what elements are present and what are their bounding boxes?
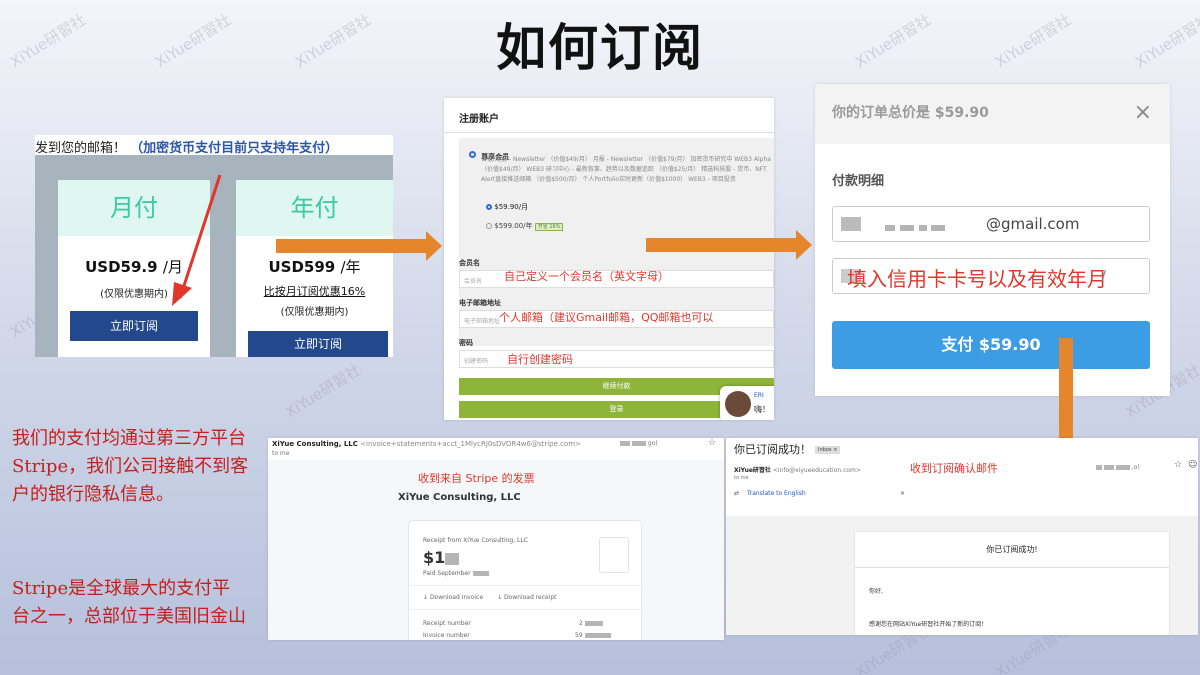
- close-icon[interactable]: ×: [1134, 100, 1152, 125]
- confirm-greeting: 你好,: [869, 588, 883, 595]
- username-hint: 自己定义一个会员名（英文字母）: [504, 270, 669, 283]
- redacted-blur: [885, 218, 946, 236]
- option-year-label: $599.00/年: [494, 222, 533, 230]
- password-label: 密码: [459, 339, 473, 347]
- confirm-body: 感谢您在网站XiYue研習社开始了新的订阅！: [869, 621, 988, 628]
- plan-discount: 比按月订阅优惠16%: [263, 285, 366, 298]
- option-month-label: $59.90/月: [494, 203, 529, 211]
- email-sender: XiYue研習社 <info@xiyueeducation.com>: [734, 467, 861, 474]
- order-total: 你的订单总价是 $59.90: [832, 105, 989, 121]
- payment-panel: 你的订单总价是 $59.90 × 付款明细 @gmail.com 填入信用卡卡号…: [815, 84, 1170, 396]
- chat-text: 嗨！: [754, 405, 770, 414]
- payment-header: 你的订单总价是 $59.90 ×: [815, 84, 1170, 144]
- watermark: XiYue研習社: [282, 360, 365, 422]
- page-title: 如何订阅: [496, 18, 704, 77]
- download-receipt-link[interactable]: ↓ Download receipt: [497, 594, 557, 601]
- confirm-hint: 收到订阅确认邮件: [910, 462, 998, 475]
- plan-price: USD599 /年: [268, 258, 361, 276]
- confirm-email-panel: 你已订阅成功！ Inbox × XiYue研習社 <info@xiyueeduca…: [726, 438, 1198, 635]
- subscribe-button-monthly[interactable]: 立即订阅: [70, 311, 198, 341]
- confirm-card-title: 你已订阅成功!: [986, 545, 1038, 554]
- divider: [855, 567, 1169, 568]
- pricing-top-text: 发到您的邮箱！: [35, 141, 127, 155]
- invoice-email-panel: XiYue Consulting, LLC <invoice+statement…: [268, 438, 724, 640]
- plan-card-yearly: 年付 USD599 /年 比按月订阅优惠16% (仅限优惠期内) 立即订阅: [236, 180, 393, 357]
- save-badge: 节省 16%: [534, 223, 564, 231]
- register-header: 注册账户: [459, 114, 499, 125]
- password-hint: 自行创建密码: [507, 353, 573, 366]
- invoice-company: XiYue Consulting, LLC: [398, 492, 521, 503]
- card-hint: 填入信用卡卡号以及有效年月: [847, 267, 1107, 291]
- radio-unselected-icon[interactable]: [486, 223, 492, 229]
- email-input[interactable]: @gmail.com: [832, 206, 1150, 242]
- option-year[interactable]: $599.00/年 节省 16%: [486, 221, 564, 231]
- receipt-amount: $1: [423, 548, 460, 567]
- email-value: @gmail.com: [986, 215, 1080, 233]
- translate-icon: ⇄: [734, 490, 740, 497]
- arrow-right-icon: [646, 230, 812, 260]
- stripe-note: 我们的支付均通过第三方平台Stripe，我们公司接触不到客户的银行隐私信息。: [12, 428, 249, 505]
- username-label: 会员名: [459, 259, 480, 267]
- subscribe-button-yearly[interactable]: 立即订阅: [248, 331, 388, 357]
- receipt-card: Receipt from XiYue Consulting, LLC $1 Pa…: [408, 520, 642, 640]
- email-sender: XiYue Consulting, LLC <invoice+statement…: [272, 440, 581, 448]
- avatar: [725, 391, 751, 417]
- close-icon[interactable]: ×: [900, 490, 905, 497]
- radio-selected-icon[interactable]: [469, 151, 476, 158]
- divider: [409, 585, 641, 586]
- payment-section-title: 付款明细: [832, 174, 885, 189]
- card-input[interactable]: 填入信用卡卡号以及有效年月 /: [832, 258, 1150, 294]
- pay-button[interactable]: 支付 $59.90: [832, 321, 1150, 369]
- divider: [444, 132, 774, 133]
- red-arrow-icon: [172, 174, 222, 306]
- stripe-info: Stripe是全球最大的支付平台之一，总部位于美国旧金山: [12, 578, 246, 627]
- mail-icon: [841, 217, 861, 231]
- email-recipient[interactable]: to me: [272, 450, 289, 457]
- email-time: ,o): [1096, 464, 1140, 471]
- confirm-card: 你已订阅成功! 你好, 感谢您在网站XiYue研習社开始了新的订阅！: [854, 531, 1170, 635]
- email-recipient[interactable]: to me: [734, 475, 749, 481]
- receipt-number-value: 2: [579, 620, 603, 627]
- receipt-from: Receipt from XiYue Consulting, LLC: [423, 537, 528, 544]
- plan-card-monthly: 月付 USD59.9 /月 (仅限优惠期内) 立即订阅: [58, 174, 222, 357]
- chat-name: ERI: [754, 392, 764, 399]
- star-icon[interactable]: ☆: [708, 438, 716, 448]
- chat-widget[interactable]: ERI 嗨！: [720, 386, 774, 420]
- card-expiry-divider: /: [1101, 267, 1107, 285]
- invoice-hint: 收到来自 Stripe 的发票: [418, 472, 535, 485]
- emoji-icon[interactable]: ☺: [1188, 460, 1197, 470]
- receipt-doc-icon: [599, 537, 629, 573]
- membership-description: 日报/周报 - Newsletter （价值$49/月） 月报 - Newsle…: [481, 156, 771, 183]
- register-panel: 注册账户 尊享会员 日报/周报 - Newsletter （价值$49/月） 月…: [444, 98, 774, 420]
- arrow-right-icon: [276, 231, 442, 261]
- email-subject: 你已订阅成功！ Inbox ×: [734, 441, 841, 457]
- plan-name: 年付: [236, 180, 393, 236]
- translate-bar: ⇄ Translate to English ×: [734, 490, 909, 508]
- email-hint: 个人邮箱（建议Gmail邮箱，QQ邮箱也可以: [499, 311, 714, 324]
- receipt-number-label: Receipt number: [423, 620, 471, 627]
- plan-note: (仅限优惠期内): [280, 307, 349, 318]
- email-time: go): [620, 440, 658, 447]
- pricing-top-bar: 发到您的邮箱！ （加密货币支付目前只支持年支付）: [35, 135, 393, 155]
- invoice-number-value: 59: [575, 632, 611, 639]
- pricing-top-link[interactable]: （加密货币支付目前只支持年支付）: [130, 141, 338, 155]
- receipt-paid-date: Paid September: [423, 570, 489, 577]
- email-label: 电子邮箱地址: [459, 299, 501, 307]
- divider: [409, 609, 641, 610]
- invoice-number-label: Invoice number: [423, 632, 470, 639]
- translate-link[interactable]: Translate to English: [747, 490, 806, 497]
- download-invoice-link[interactable]: ↓ Download invoice: [423, 594, 483, 601]
- option-month[interactable]: $59.90/月: [486, 202, 528, 212]
- radio-selected-icon[interactable]: [486, 204, 492, 210]
- inbox-badge[interactable]: Inbox ×: [815, 446, 841, 454]
- star-icon[interactable]: ☆: [1174, 460, 1182, 470]
